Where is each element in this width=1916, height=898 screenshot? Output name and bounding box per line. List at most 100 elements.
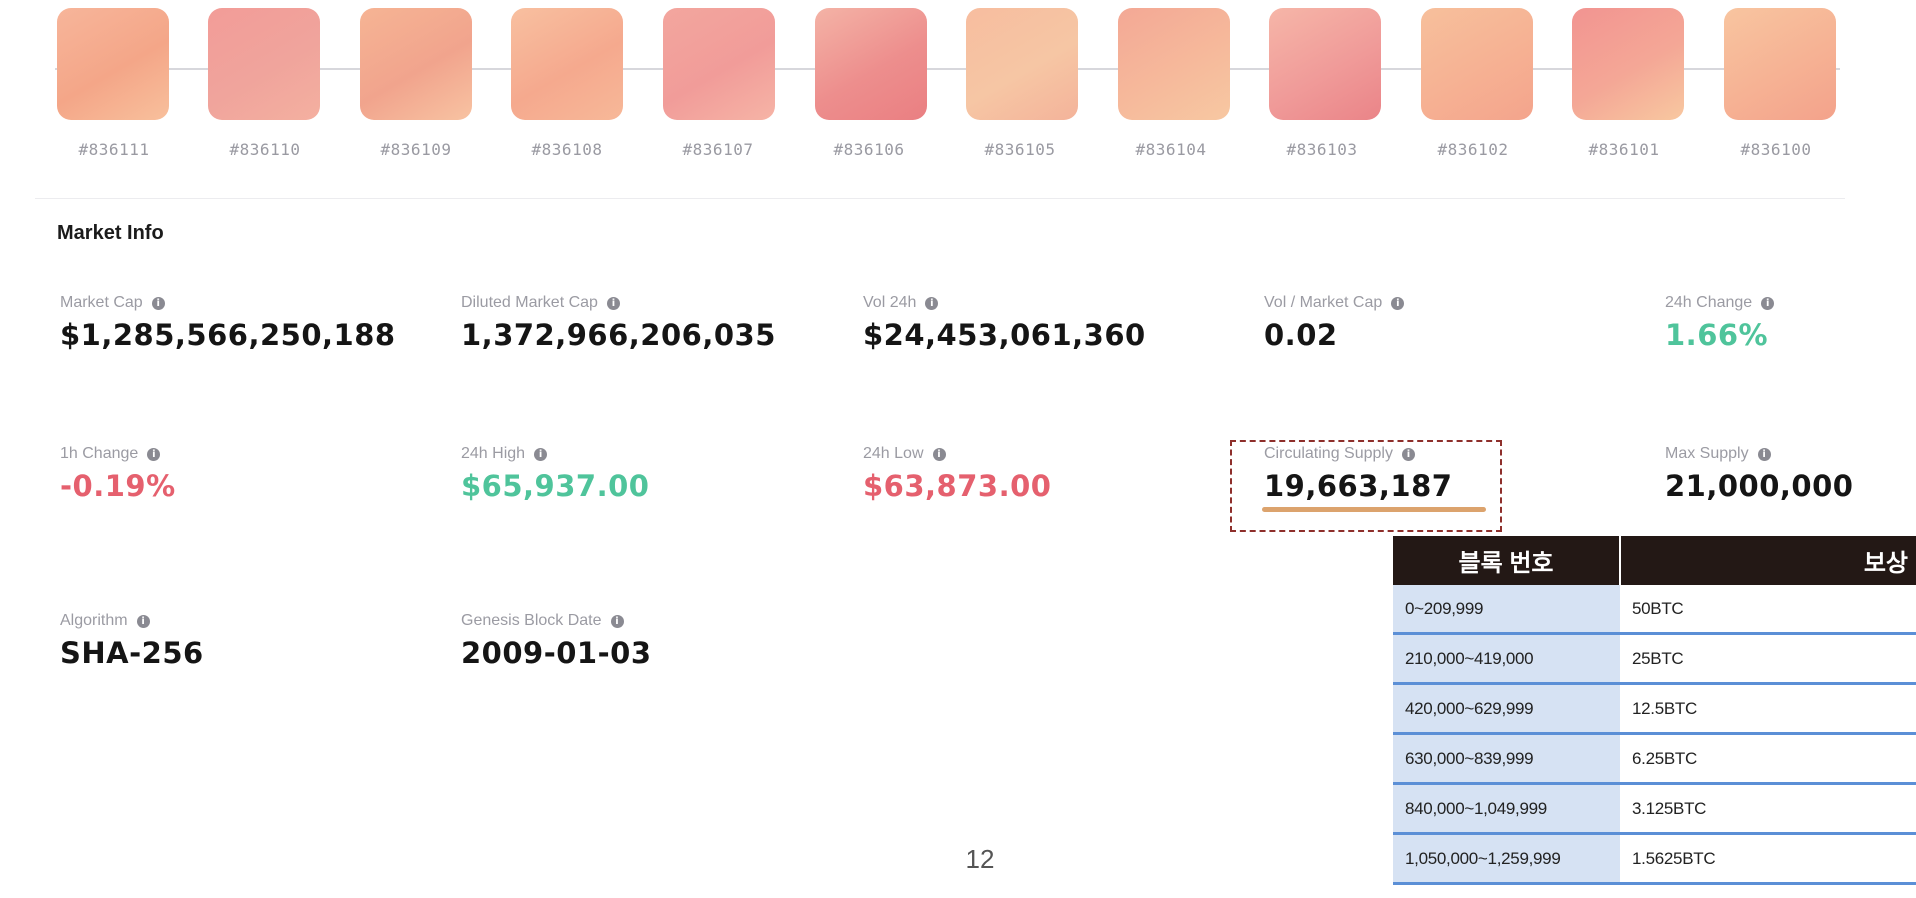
stat-item: 24h Change i 1.66% [1665, 292, 1775, 352]
table-row: 0~209,999 50BTC [1393, 585, 1916, 635]
stat-value: $65,937.00 [461, 469, 650, 503]
table-row: 840,000~1,049,999 3.125BTC [1393, 783, 1916, 835]
color-swatch[interactable] [208, 8, 320, 120]
swatch-id-label: #836106 [833, 140, 905, 159]
stat-label: 24h High [461, 445, 526, 462]
stat-label: Market Cap [60, 294, 143, 311]
stat-value: 0.02 [1264, 318, 1338, 352]
color-swatch[interactable] [1269, 8, 1381, 120]
section-divider [35, 198, 1845, 199]
swatch-id-label: #836109 [380, 140, 452, 159]
stat-label: Genesis Block Date [461, 612, 602, 629]
stat-label-row: Genesis Block Date i [461, 610, 652, 632]
stat-label-row: 24h Low i [863, 443, 1051, 465]
market-info-title: Market Info [57, 222, 164, 244]
info-icon[interactable]: i [932, 447, 946, 461]
color-swatch[interactable] [966, 8, 1078, 120]
stat-label-row: Market Cap i [60, 292, 396, 314]
reward-cell: 6.25BTC [1620, 733, 1916, 785]
stat-value: $63,873.00 [863, 469, 1052, 503]
block-number-header: 블록 번호 [1393, 536, 1621, 585]
page-number: 12 [965, 844, 995, 874]
stat-item: 24h Low i $63,873.00 [863, 443, 1051, 503]
stat-label: Diluted Market Cap [461, 294, 598, 311]
info-icon[interactable]: i [1761, 296, 1775, 310]
color-swatch[interactable] [1421, 8, 1533, 120]
info-icon[interactable]: i [151, 296, 165, 310]
swatch-id-label: #836110 [229, 140, 301, 159]
stat-label: Vol 24h [863, 294, 917, 311]
stat-label: Max Supply [1665, 445, 1749, 462]
color-swatch[interactable] [663, 8, 775, 120]
swatch-id-label: #836100 [1740, 140, 1812, 159]
reward-cell: 3.125BTC [1620, 783, 1916, 835]
block-range-cell: 630,000~839,999 [1393, 733, 1620, 785]
stat-label-row: Algorithm i [60, 610, 204, 632]
reward-cell: 1.5625BTC [1620, 833, 1916, 885]
stat-label-row: 1h Change i [60, 443, 176, 465]
info-icon[interactable]: i [1757, 447, 1771, 461]
swatch-id-label: #836101 [1588, 140, 1660, 159]
swatch-id-label: #836102 [1437, 140, 1509, 159]
circulating-supply-bar [1262, 507, 1486, 512]
stat-label-row: 24h High i [461, 443, 649, 465]
info-icon[interactable]: i [610, 614, 624, 628]
stat-item: Market Cap i $1,285,566,250,188 [60, 292, 396, 352]
swatch-id-label: #836104 [1135, 140, 1207, 159]
block-reward-table: 블록 번호 보상 0~209,999 50BTC 210,000~419,000 25… [1393, 536, 1916, 885]
stat-item: 24h High i $65,937.00 [461, 443, 649, 503]
color-swatch[interactable] [815, 8, 927, 120]
stat-label: Vol / Market Cap [1264, 294, 1383, 311]
info-icon[interactable]: i [136, 614, 150, 628]
color-swatch[interactable] [1724, 8, 1836, 120]
info-icon[interactable]: i [606, 296, 620, 310]
swatch-id-label: #836105 [984, 140, 1056, 159]
block-range-cell: 840,000~1,049,999 [1393, 783, 1620, 835]
info-icon[interactable]: i [534, 447, 548, 461]
swatch-id-label: #836103 [1286, 140, 1358, 159]
color-swatch[interactable] [57, 8, 169, 120]
stat-item: Algorithm i SHA-256 [60, 610, 204, 670]
block-range-cell: 210,000~419,000 [1393, 633, 1620, 685]
circulating-supply-highlight [1230, 440, 1502, 532]
block-range-cell: 0~209,999 [1393, 585, 1620, 635]
stat-label-row: Diluted Market Cap i [461, 292, 776, 314]
stat-value: 21,000,000 [1665, 469, 1854, 503]
color-swatch[interactable] [360, 8, 472, 120]
table-header-row: 블록 번호 보상 [1393, 536, 1916, 585]
table-row: 210,000~419,000 25BTC [1393, 633, 1916, 685]
stat-value: 1.66% [1665, 318, 1769, 352]
info-icon[interactable]: i [1391, 296, 1405, 310]
stat-label: 24h Change [1665, 294, 1753, 311]
reward-header: 보상 [1620, 536, 1916, 585]
stat-label-row: Vol / Market Cap i [1264, 292, 1405, 314]
stat-item: 1h Change i -0.19% [60, 443, 176, 503]
reward-cell: 25BTC [1620, 633, 1916, 685]
table-row: 420,000~629,999 12.5BTC [1393, 683, 1916, 735]
swatch-id-label: #836107 [682, 140, 754, 159]
stat-value: $1,285,566,250,188 [60, 318, 396, 352]
reward-cell: 50BTC [1620, 585, 1916, 635]
color-swatch[interactable] [511, 8, 623, 120]
table-row: 630,000~839,999 6.25BTC [1393, 733, 1916, 785]
swatch-id-label: #836108 [531, 140, 603, 159]
reward-table-body: 0~209,999 50BTC 210,000~419,000 25BTC 420,00… [1393, 585, 1916, 885]
stat-label-row: 24h Change i [1665, 292, 1775, 314]
stat-item: Genesis Block Date i 2009-01-03 [461, 610, 652, 670]
swatch-id-label: #836111 [78, 140, 150, 159]
stat-label: 1h Change [60, 445, 139, 462]
stat-item: Vol 24h i $24,453,061,360 [863, 292, 1146, 352]
stat-value: 2009-01-03 [461, 636, 652, 670]
table-row: 1,050,000~1,259,999 1.5625BTC [1393, 833, 1916, 885]
color-swatch[interactable] [1572, 8, 1684, 120]
block-range-cell: 1,050,000~1,259,999 [1393, 833, 1620, 885]
info-icon[interactable]: i [147, 447, 161, 461]
reward-cell: 12.5BTC [1620, 683, 1916, 735]
info-icon[interactable]: i [925, 296, 939, 310]
stat-value: $24,453,061,360 [863, 318, 1146, 352]
color-swatch[interactable] [1118, 8, 1230, 120]
stat-label: Algorithm [60, 612, 128, 629]
stat-label: 24h Low [863, 445, 924, 462]
stat-item: Diluted Market Cap i 1,372,966,206,035 [461, 292, 776, 352]
block-range-cell: 420,000~629,999 [1393, 683, 1620, 735]
